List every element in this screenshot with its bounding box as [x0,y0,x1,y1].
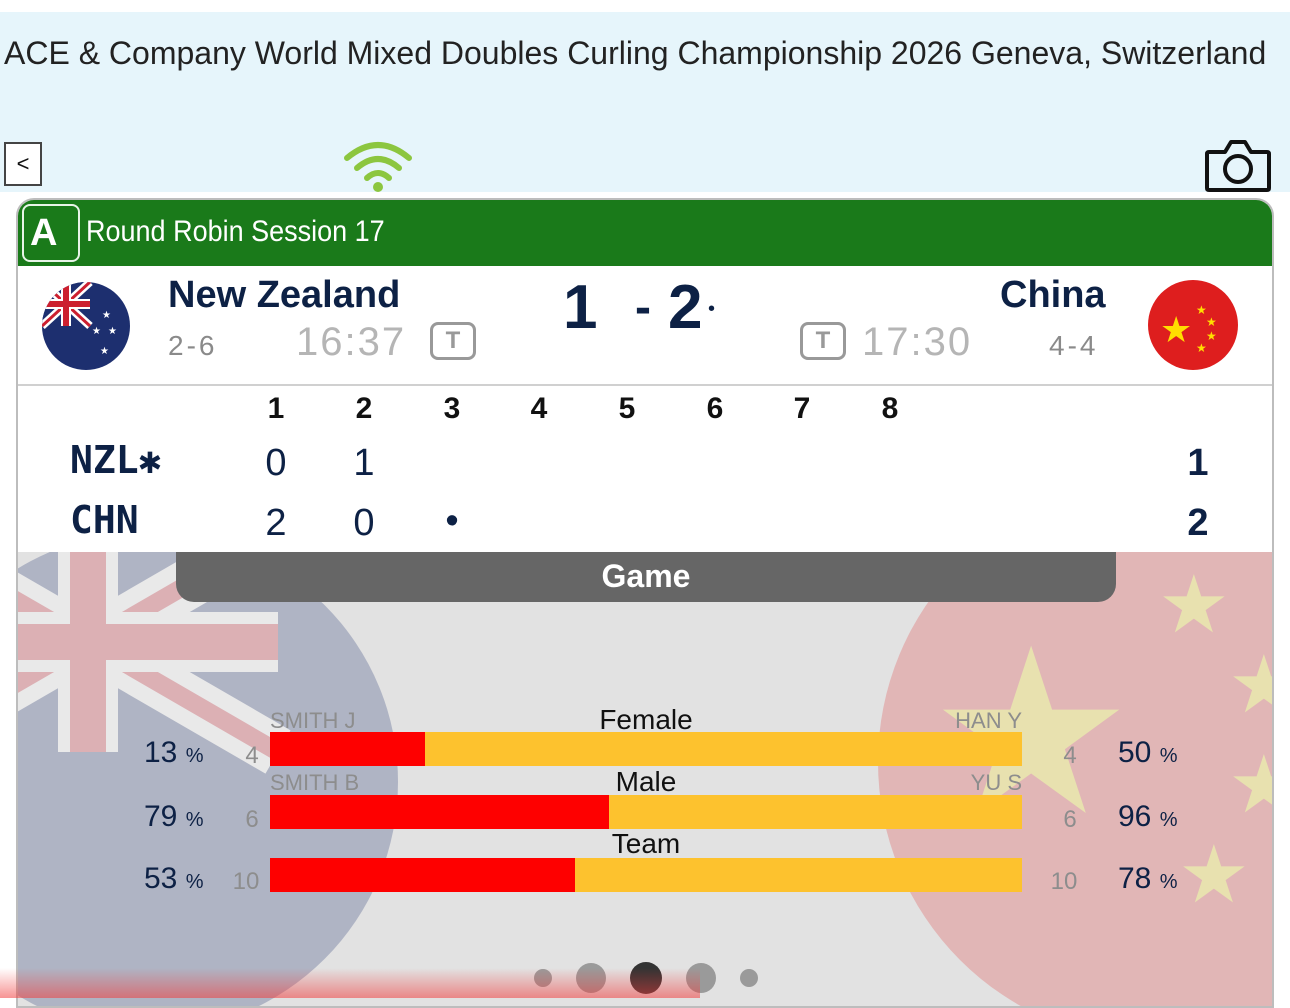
divider [18,384,1272,386]
right-shot-count: 6 [1063,806,1077,833]
sheet-badge: A [22,204,80,262]
right-team-name: China [1000,274,1106,316]
left-percentage-value: 53 [144,862,178,895]
percent-unit: % [1159,809,1178,831]
percent-unit: % [185,809,204,831]
right-team-record: 4-4 [1049,330,1099,361]
scoreboard-team-nzl: NZL✱ [70,438,162,482]
end-score: 1 [353,442,375,484]
right-player-name: HAN Y [955,708,1022,733]
svg-text:★: ★ [1196,341,1207,355]
right-shot-count: 10 [1050,868,1078,895]
left-share-fill [270,858,575,892]
end-header: 5 [618,392,636,425]
bottom-glow [0,968,700,998]
percent-unit: % [185,745,204,767]
event-title: ACE & Company World Mixed Doubles Curlin… [4,35,1267,71]
end-score: 0 [353,502,375,544]
left-percentage: 79 % [144,800,204,834]
svg-text:★: ★ [102,310,111,321]
end-header: 6 [706,392,724,425]
right-shot-count: 4 [1063,742,1077,769]
svg-text:★: ★ [1206,329,1217,343]
svg-text:★: ★ [1206,315,1217,329]
right-percentage: 50 % [1118,736,1178,770]
left-team-score: 1 [563,273,598,342]
hammer-indicator: • [708,298,716,320]
end-score: 0 [265,442,287,484]
left-player-name: SMITH J [270,708,356,733]
end-header: 3 [443,392,461,425]
end-header: 4 [530,392,548,425]
right-percentage-value: 78 [1118,862,1152,895]
stat-bar-team [270,858,1022,892]
left-shot-count: 6 [245,806,259,833]
svg-text:★: ★ [1228,738,1274,831]
svg-text:★: ★ [100,346,109,357]
china-flag-icon: ★ ★ ★ ★ ★ [1148,280,1238,370]
left-percentage-value: 13 [144,736,178,769]
left-percentage: 53 % [144,862,204,896]
svg-text:★: ★ [108,326,117,337]
session-bar: A Round Robin Session 17 [18,200,1272,266]
percent-unit: % [185,871,204,893]
left-timeout-icon: T [430,322,476,360]
back-button[interactable]: < [4,142,42,186]
right-timeout-icon: T [800,322,846,360]
left-share-fill [270,795,610,829]
end-header: 1 [267,392,285,425]
camera-icon[interactable] [1203,138,1273,194]
stat-bar-male [270,795,1022,829]
right-player-name: YU S [970,770,1022,795]
right-team-score: 2 [668,273,703,342]
stat-bar-female [270,732,1022,766]
svg-text:★: ★ [1160,310,1192,351]
svg-text:★: ★ [1178,828,1250,921]
left-player-name: SMITH B [270,770,360,795]
percent-unit: % [1159,745,1178,767]
china-flag-background-icon: ★ ★ ★ ★ ★ [878,552,1274,1006]
session-label: Round Robin Session 17 [86,215,385,248]
wifi-icon [344,142,412,192]
end-header: 8 [881,392,899,425]
right-percentage: 78 % [1118,862,1178,896]
tab-game[interactable]: Game [176,552,1116,602]
left-team-name: New Zealand [168,274,401,316]
left-percentage: 13 % [144,736,204,770]
stat-category-male: Male [615,766,677,797]
right-thinking-time: 17:30 [862,320,973,364]
svg-text:★: ★ [1228,638,1274,731]
right-percentage-value: 50 [1118,736,1152,769]
percent-unit: % [1159,871,1178,893]
app-header: ACE & Company World Mixed Doubles Curlin… [0,12,1290,192]
svg-text:★: ★ [1158,558,1230,651]
right-percentage: 96 % [1118,800,1178,834]
total-score-nzl: 1 [1187,442,1209,484]
score-separator: - [635,281,651,334]
svg-text:★: ★ [92,326,101,337]
end-header: 7 [793,392,811,425]
left-thinking-time: 16:37 [296,320,407,364]
scoreboard-team-chn: CHN [70,498,139,542]
left-shot-count: 10 [232,868,260,895]
left-share-fill [270,732,425,766]
stat-category-team: Team [611,828,681,859]
left-team-record: 2-6 [168,330,218,361]
new-zealand-flag-icon: ★ ★ ★ ★ [42,282,130,370]
game-card[interactable]: A Round Robin Session 17 ★ ★ ★ ★ ★ ★ ★ ★… [16,198,1274,1008]
stats-panel[interactable]: ★ ★ ★ ★ ★ Game Female SMITH J HAN Y 4 4 … [18,552,1274,1006]
current-end-marker: • [445,500,459,542]
total-score-chn: 2 [1187,502,1209,544]
right-percentage-value: 96 [1118,800,1152,833]
left-percentage-value: 79 [144,800,178,833]
page-dot[interactable] [740,969,758,987]
left-shot-count: 4 [245,742,259,769]
end-score: 2 [265,502,287,544]
end-header: 2 [355,392,373,425]
